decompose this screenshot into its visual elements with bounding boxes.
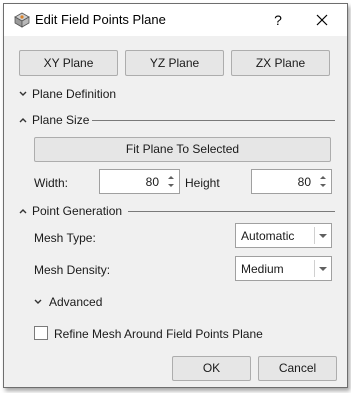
yz-plane-button[interactable]: YZ Plane [125, 50, 224, 76]
refine-mesh-checkbox[interactable] [34, 326, 48, 340]
plane-definition-label: Plane Definition [32, 87, 117, 101]
zx-plane-button[interactable]: ZX Plane [231, 50, 330, 76]
mesh-type-dropdown[interactable]: Automatic [235, 223, 332, 248]
spin-arrows-icon[interactable] [317, 172, 329, 191]
mesh-density-value: Medium [241, 262, 284, 276]
mesh-type-label: Mesh Type: [34, 231, 96, 245]
height-spinbox[interactable]: 80 [251, 169, 332, 194]
plane-tool-icon [14, 12, 30, 28]
plane-size-label: Plane Size [32, 113, 90, 127]
help-button[interactable]: ? [266, 8, 290, 32]
dropdown-separator [314, 227, 315, 244]
advanced-section-header[interactable]: Advanced [31, 293, 102, 311]
title-bar: Edit Field Points Plane ? [4, 4, 347, 36]
fit-plane-to-selected-button[interactable]: Fit Plane To Selected [34, 137, 331, 162]
height-value: 80 [297, 175, 311, 189]
chevron-up-icon [19, 209, 27, 214]
mesh-density-label: Mesh Density: [34, 263, 111, 277]
width-label: Width: [34, 176, 69, 190]
ok-button[interactable]: OK [172, 356, 251, 381]
spin-arrows-icon[interactable] [165, 172, 177, 191]
width-value: 80 [145, 175, 159, 189]
height-label: Height [185, 176, 220, 190]
mesh-type-value: Automatic [241, 229, 295, 243]
plane-size-section-header[interactable]: Plane Size [16, 111, 89, 129]
chevron-down-icon [19, 91, 27, 96]
close-icon[interactable] [308, 8, 336, 32]
plane-definition-section-header[interactable]: Plane Definition [16, 85, 116, 103]
section-divider [128, 211, 335, 212]
section-divider [92, 120, 335, 121]
chevron-up-icon [19, 118, 27, 123]
chevron-down-icon [34, 299, 42, 304]
point-generation-label: Point Generation [32, 204, 123, 218]
width-spinbox[interactable]: 80 [99, 169, 180, 194]
xy-plane-button[interactable]: XY Plane [19, 50, 118, 76]
mesh-density-dropdown[interactable]: Medium [235, 256, 332, 281]
dropdown-separator [314, 260, 315, 277]
chevron-down-icon[interactable] [319, 233, 327, 239]
edit-field-points-plane-dialog: Edit Field Points Plane ? XY Plane YZ Pl… [3, 3, 348, 388]
chevron-down-icon[interactable] [319, 266, 327, 272]
point-generation-section-header[interactable]: Point Generation [16, 202, 122, 220]
window-title: Edit Field Points Plane [35, 12, 166, 27]
refine-mesh-label[interactable]: Refine Mesh Around Field Points Plane [54, 327, 263, 341]
advanced-label: Advanced [49, 295, 103, 309]
cancel-button[interactable]: Cancel [258, 356, 337, 381]
